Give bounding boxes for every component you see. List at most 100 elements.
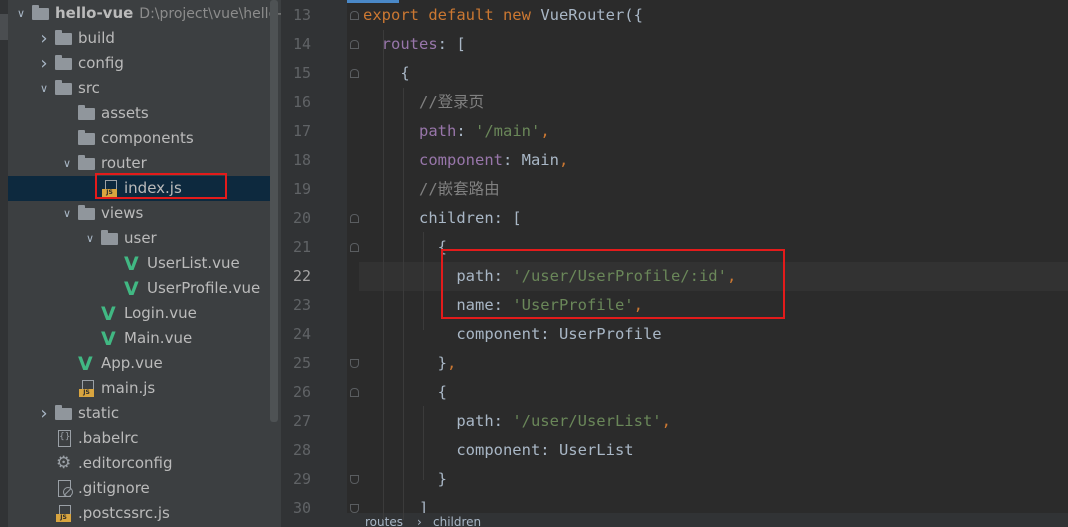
- tree-item-src[interactable]: ∨ src: [8, 76, 271, 101]
- code-line[interactable]: {: [363, 378, 1068, 407]
- code-token: '/user/UserList': [512, 412, 662, 430]
- vue-file-icon: V: [101, 328, 116, 350]
- tree-item-label: UserList.vue: [147, 254, 240, 272]
- js-file-icon: JS: [100, 176, 120, 201]
- code-line[interactable]: path: '/user/UserProfile/:id',: [359, 262, 1068, 291]
- chevron-down-icon[interactable]: ∨: [61, 151, 73, 176]
- code-line[interactable]: },: [363, 349, 1068, 378]
- code-line[interactable]: path: '/main',: [363, 117, 1068, 146]
- folder-icon: [77, 101, 97, 126]
- code-line[interactable]: {: [363, 59, 1068, 88]
- code-token: : [: [437, 35, 466, 53]
- tree-item-label: App.vue: [101, 354, 163, 372]
- chevron-down-icon[interactable]: ∨: [84, 226, 96, 251]
- chevron-right-icon[interactable]: ›: [38, 401, 50, 426]
- code-token: path: [363, 122, 457, 140]
- tree-item-label: user: [124, 229, 157, 247]
- fold-end-marker-icon[interactable]: [350, 475, 359, 486]
- code-token: name:: [363, 296, 513, 314]
- code-token: }: [363, 354, 447, 372]
- line-number: 14: [292, 35, 311, 53]
- code-token: '/user/UserProfile/:id': [512, 267, 727, 285]
- tree-item-babelrc[interactable]: {} .babelrc: [8, 426, 271, 451]
- code-line[interactable]: //嵌套路由: [363, 175, 1068, 204]
- fold-end-marker-icon[interactable]: [350, 359, 359, 370]
- line-number: 27: [292, 412, 311, 430]
- chevron-down-icon[interactable]: ∨: [15, 1, 27, 26]
- fold-start-marker-icon[interactable]: [350, 214, 359, 225]
- line-number: 13: [292, 6, 311, 24]
- code-token: //登录页: [363, 93, 485, 111]
- indent-guide: [423, 232, 424, 330]
- breadcrumb-children[interactable]: children: [433, 515, 481, 527]
- code-line[interactable]: routes: [: [363, 30, 1068, 59]
- tree-item-assets[interactable]: assets: [8, 101, 271, 126]
- code-line[interactable]: name: 'UserProfile',: [363, 291, 1068, 320]
- tree-item-index-js[interactable]: JS index.js: [8, 176, 271, 201]
- chevron-right-icon[interactable]: ›: [38, 26, 50, 51]
- fold-start-marker-icon[interactable]: [350, 388, 359, 399]
- tree-item-userlist-vue[interactable]: V UserList.vue: [8, 251, 271, 276]
- tree-item-editorconfig[interactable]: ⚙ .editorconfig: [8, 451, 271, 476]
- tree-item-user[interactable]: ∨ user: [8, 226, 271, 251]
- tree-item-label: static: [78, 404, 120, 422]
- code-line[interactable]: path: '/user/UserList',: [363, 407, 1068, 436]
- code-token: component: UserProfile: [363, 325, 662, 343]
- code-token: {: [363, 238, 447, 256]
- tree-item-main-vue[interactable]: V Main.vue: [8, 326, 271, 351]
- fold-start-marker-icon[interactable]: [350, 69, 359, 80]
- tree-item-static[interactable]: › static: [8, 401, 271, 426]
- vue-file-icon: V: [101, 303, 116, 325]
- code-token: '/main': [475, 122, 541, 140]
- line-number: 18: [292, 151, 311, 169]
- line-number: 23: [292, 296, 311, 314]
- indent-guide: [423, 406, 424, 480]
- line-number: 29: [292, 470, 311, 488]
- line-number-gutter: 13 14 15 16 17 18 19 20 21 22 23 24 25 26 27 28 29 30: [281, 0, 347, 527]
- project-path-hint: D:\project\vue\hello-vue: [139, 6, 281, 22]
- fold-start-marker-icon[interactable]: [350, 40, 359, 51]
- line-number: 26: [292, 383, 311, 401]
- tree-item-build[interactable]: › build: [8, 26, 271, 51]
- tree-item-components[interactable]: components: [8, 126, 271, 151]
- code-line[interactable]: //登录页: [363, 88, 1068, 117]
- code-token: export default new: [363, 6, 541, 24]
- tree-item-config[interactable]: › config: [8, 51, 271, 76]
- fold-start-marker-icon[interactable]: [350, 243, 359, 254]
- folder-icon: [77, 126, 97, 151]
- tree-item-label: .editorconfig: [78, 454, 173, 472]
- fold-start-marker-icon[interactable]: [350, 11, 359, 22]
- tree-scrollbar-thumb[interactable]: [270, 0, 278, 422]
- tree-item-label: .gitignore: [78, 479, 150, 497]
- tree-item-userprofile-vue[interactable]: V UserProfile.vue: [8, 276, 271, 301]
- tree-item-app-vue[interactable]: V App.vue: [8, 351, 271, 376]
- code-token: {: [363, 383, 447, 401]
- code-line[interactable]: export default new VueRouter({: [363, 1, 1068, 30]
- code-line[interactable]: children: [: [363, 204, 1068, 233]
- code-editor[interactable]: 13 14 15 16 17 18 19 20 21 22 23 24 25 26 27 28 29 30 exp…: [281, 0, 1068, 527]
- tree-item-router[interactable]: ∨ router: [8, 151, 271, 176]
- folder-icon: [54, 26, 74, 51]
- chevron-down-icon[interactable]: ∨: [38, 76, 50, 101]
- vue-file-icon: V: [124, 253, 139, 275]
- tree-item-gitignore[interactable]: .gitignore: [8, 476, 271, 501]
- tree-item-postcssrc-js[interactable]: JS .postcssrc.js: [8, 501, 271, 526]
- tree-item-main-js[interactable]: JS main.js: [8, 376, 271, 401]
- tree-item-login-vue[interactable]: V Login.vue: [8, 301, 271, 326]
- folder-icon: [54, 401, 74, 426]
- code-line[interactable]: component: Main,: [363, 146, 1068, 175]
- chevron-down-icon[interactable]: ∨: [61, 201, 73, 226]
- line-number: 21: [292, 238, 311, 256]
- tree-item-label: main.js: [101, 379, 156, 397]
- code-line[interactable]: component: UserList: [363, 436, 1068, 465]
- code-line[interactable]: component: UserProfile: [363, 320, 1068, 349]
- code-token: path:: [363, 412, 513, 430]
- code-line[interactable]: }: [363, 465, 1068, 494]
- code-line[interactable]: {: [363, 233, 1068, 262]
- code-token: 'UserProfile': [512, 296, 634, 314]
- tree-item-views[interactable]: ∨ views: [8, 201, 271, 226]
- tree-item-label: assets: [101, 104, 149, 122]
- chevron-right-icon[interactable]: ›: [38, 51, 50, 76]
- tree-item-label: views: [101, 204, 144, 222]
- tree-item-hello-vue[interactable]: ∨ hello-vue D:\project\vue\hello-vue: [8, 1, 281, 26]
